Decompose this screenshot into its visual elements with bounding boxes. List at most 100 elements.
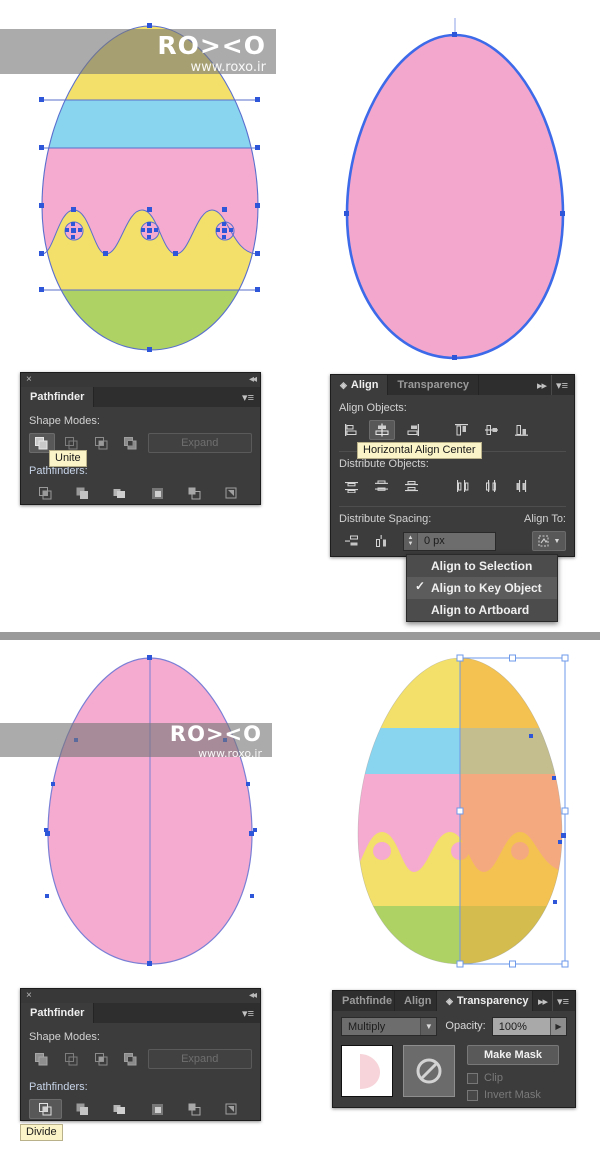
- align-panel[interactable]: ◈ Align Transparency ▸▸ ▾≡ Align Objects…: [330, 374, 575, 557]
- invert-mask-label: Invert Mask: [484, 1089, 541, 1101]
- invert-mask-checkbox-row[interactable]: Invert Mask: [467, 1089, 559, 1101]
- mask-thumbnail[interactable]: [403, 1045, 455, 1097]
- egg-pink-divide-svg: [44, 655, 257, 966]
- make-mask-button[interactable]: Make Mask: [467, 1045, 559, 1065]
- menu-item-align-to-artboard[interactable]: Align to Artboard: [407, 599, 557, 621]
- horizontal-align-left-button[interactable]: [339, 420, 365, 440]
- exclude-button[interactable]: [118, 433, 144, 453]
- exclude-icon: [124, 436, 137, 449]
- pathfinders-label: Pathfinders:: [29, 1081, 88, 1093]
- menu-item-label: Align to Key Object: [431, 581, 542, 595]
- menu-item-align-to-selection[interactable]: Align to Selection: [407, 555, 557, 577]
- tab-pathfinder[interactable]: Pathfinder: [21, 387, 95, 407]
- tab-pathfinder[interactable]: Pathfinde: [333, 991, 395, 1011]
- intersect-icon: [94, 1052, 108, 1065]
- vertical-distribute-bottom-icon: [405, 481, 418, 492]
- align-to-dropdown[interactable]: ▼: [532, 531, 566, 551]
- pathfinder-panel-bottom[interactable]: × ◂◂ Pathfinder ▾≡ Shape Modes: Expand P…: [20, 988, 261, 1121]
- mask-row: Make Mask Clip Invert Mask: [341, 1045, 567, 1101]
- panel-menu-icon[interactable]: ▾≡: [552, 991, 575, 1011]
- clip-checkbox-row[interactable]: Clip: [467, 1072, 559, 1084]
- egg-pink-divide[interactable]: [12, 650, 292, 970]
- tab-pathfinder[interactable]: Pathfinder: [21, 1003, 95, 1023]
- distribute-objects-label: Distribute Objects:: [339, 458, 429, 470]
- panel-menu-icon[interactable]: ▾≡: [551, 375, 574, 395]
- egg-pink-plain-svg: [344, 18, 565, 360]
- horizontal-align-center-button[interactable]: [369, 420, 395, 440]
- egg-striped-outlined[interactable]: [10, 18, 290, 358]
- expand-arrows-icon[interactable]: ▸▸: [532, 375, 552, 395]
- intersect-button[interactable]: [88, 1049, 114, 1069]
- vertical-distribute-space-button[interactable]: [339, 531, 365, 551]
- exclude-button[interactable]: [118, 1049, 144, 1069]
- vertical-distribute-top-button[interactable]: [339, 476, 365, 496]
- egg-pink-plain[interactable]: [330, 18, 590, 363]
- expand-button[interactable]: Expand: [147, 433, 252, 453]
- vertical-distribute-center-button[interactable]: [369, 476, 395, 496]
- minus-back-button[interactable]: [215, 1099, 248, 1119]
- collapse-icon[interactable]: ◂◂: [249, 374, 257, 385]
- align-to-chevron-icon[interactable]: ▼: [554, 538, 561, 545]
- merge-button[interactable]: [103, 1099, 136, 1119]
- horizontal-distribute-left-button[interactable]: [449, 476, 475, 496]
- merge-button[interactable]: [103, 483, 136, 503]
- collapse-icon[interactable]: ◂◂: [249, 990, 257, 1001]
- tab-transparency[interactable]: Transparency: [388, 375, 479, 395]
- horizontal-distribute-space-button[interactable]: [369, 531, 395, 551]
- tab-spacer: [94, 387, 239, 407]
- egg-multiply[interactable]: [330, 650, 595, 970]
- close-icon[interactable]: ×: [26, 990, 32, 1001]
- panel-menu-icon[interactable]: ▾≡: [238, 387, 260, 407]
- vertical-distribute-bottom-button[interactable]: [399, 476, 425, 496]
- horizontal-distribute-right-icon: [516, 480, 527, 492]
- tab-transparency[interactable]: ◈ Transparency: [437, 991, 533, 1011]
- trim-button[interactable]: [66, 483, 99, 503]
- clip-checkbox[interactable]: [467, 1072, 478, 1084]
- transparency-panel[interactable]: Pathfinde Align ◈ Transparency ▸▸ ▾≡ Mul…: [332, 990, 576, 1108]
- vertical-align-top-button[interactable]: [449, 420, 475, 440]
- crop-button[interactable]: [141, 483, 174, 503]
- minus-back-button[interactable]: [215, 483, 248, 503]
- divider: [339, 506, 566, 507]
- vertical-align-bottom-button[interactable]: [509, 420, 535, 440]
- outline-button[interactable]: [178, 1099, 211, 1119]
- stepper-down-icon[interactable]: ▼: [408, 541, 414, 547]
- intersect-button[interactable]: [88, 433, 114, 453]
- egg-striped-svg: [39, 23, 260, 352]
- pathfinder-panel-top[interactable]: × ◂◂ Pathfinder ▾≡ Shape Modes: Expand P…: [20, 372, 261, 505]
- horizontal-align-right-button[interactable]: [399, 420, 425, 440]
- mask-controls: Make Mask Clip Invert Mask: [467, 1045, 559, 1101]
- outline-button[interactable]: [178, 483, 211, 503]
- panel-tab-row: Pathfinder ▾≡: [21, 1003, 260, 1023]
- divide-button[interactable]: [29, 483, 62, 503]
- stepper-arrows-icon[interactable]: ▲ ▼: [404, 532, 418, 550]
- chevron-down-icon[interactable]: ▼: [420, 1018, 437, 1035]
- invert-mask-checkbox[interactable]: [467, 1089, 478, 1101]
- horizontal-distribute-right-button[interactable]: [509, 476, 535, 496]
- panel-menu-icon[interactable]: ▾≡: [238, 1003, 260, 1023]
- minus-front-button[interactable]: [59, 1049, 85, 1069]
- close-icon[interactable]: ×: [26, 374, 32, 385]
- spacing-stepper[interactable]: ▲ ▼ 0 px: [403, 531, 496, 551]
- unite-button[interactable]: [29, 1049, 55, 1069]
- crop-button[interactable]: [141, 1099, 174, 1119]
- tab-align[interactable]: ◈ Align: [331, 375, 389, 395]
- blend-mode-select[interactable]: Multiply ▼: [341, 1017, 438, 1036]
- menu-item-label: Align to Selection: [431, 559, 533, 573]
- tab-align[interactable]: Align: [395, 991, 437, 1011]
- menu-item-align-to-key-object[interactable]: ✓ Align to Key Object: [407, 577, 557, 599]
- horizontal-distribute-center-button[interactable]: [479, 476, 505, 496]
- trim-button[interactable]: [66, 1099, 99, 1119]
- vertical-align-center-button[interactable]: [479, 420, 505, 440]
- object-thumbnail[interactable]: [341, 1045, 393, 1097]
- opacity-input[interactable]: 100% ▶: [491, 1017, 567, 1036]
- align-to-menu[interactable]: Align to Selection ✓ Align to Key Object…: [406, 554, 558, 622]
- spacing-value[interactable]: 0 px: [418, 535, 445, 547]
- opacity-flyout-icon[interactable]: ▶: [550, 1018, 566, 1035]
- expand-button[interactable]: Expand: [147, 1049, 252, 1069]
- expand-arrows-icon[interactable]: ▸▸: [533, 991, 553, 1011]
- divide-button[interactable]: [29, 1099, 63, 1119]
- transparency-body: Multiply ▼ Opacity: 100% ▶ Make Mask Cli…: [333, 1011, 575, 1109]
- align-tab-row: ◈ Align Transparency ▸▸ ▾≡: [331, 375, 574, 395]
- tooltip-horizontal-align-center: Horizontal Align Center: [357, 442, 482, 459]
